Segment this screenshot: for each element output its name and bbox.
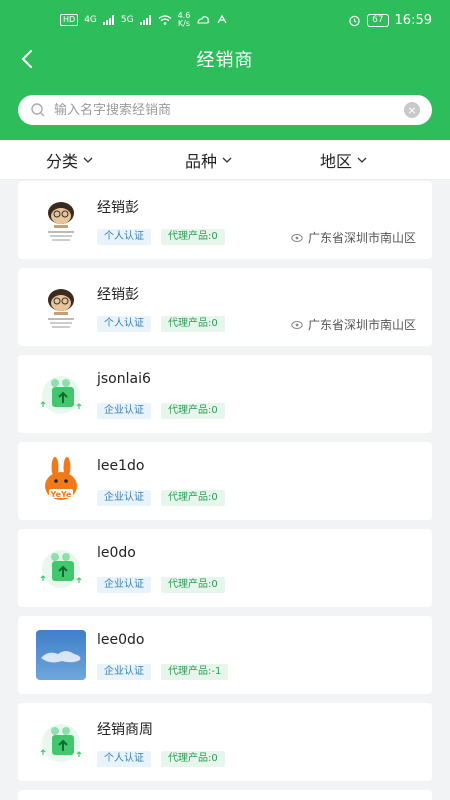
dealer-name: 经销彭 bbox=[97, 287, 139, 303]
dealer-name: jsonlai6 bbox=[97, 371, 151, 387]
page-title: 经销商 bbox=[196, 50, 254, 71]
avatar bbox=[36, 195, 86, 245]
back-arrow-icon[interactable] bbox=[18, 49, 38, 69]
dealer-card[interactable]: 经销商周 个人认证 代理产品:0 bbox=[18, 703, 432, 781]
dealer-card-partial[interactable] bbox=[18, 790, 432, 800]
eye-icon bbox=[291, 320, 303, 329]
filter-category-label: 分类 bbox=[46, 151, 79, 171]
cert-badge: 个人认证 bbox=[97, 316, 151, 332]
dealer-card[interactable]: 经销彭 个人认证 代理产品:0 广东省深圳市南山区 bbox=[18, 268, 432, 346]
product-count-badge: 代理产品:0 bbox=[161, 751, 225, 767]
avatar bbox=[36, 717, 86, 767]
location-text: 广东省深圳市南山区 bbox=[307, 318, 416, 332]
filter-variety[interactable]: 品种 bbox=[185, 148, 232, 172]
cert-badge: 企业认证 bbox=[97, 403, 151, 419]
upload-placeholder-icon bbox=[36, 543, 86, 593]
signal-icon bbox=[102, 15, 114, 25]
chevron-down-icon bbox=[83, 157, 93, 163]
cartoon-avatar-icon bbox=[36, 195, 86, 245]
avatar bbox=[36, 543, 86, 593]
dealer-card[interactable]: 经销彭 个人认证 代理产品:0 广东省深圳市南山区 bbox=[18, 181, 432, 259]
dealer-name: lee0do bbox=[97, 632, 145, 648]
rabbit-logo-icon: YeYe bbox=[36, 456, 86, 506]
dealer-name: le0do bbox=[97, 545, 136, 561]
dealer-card[interactable]: jsonlai6 企业认证 代理产品:0 bbox=[18, 355, 432, 433]
cert-badge: 个人认证 bbox=[97, 751, 151, 767]
cartoon-avatar-icon bbox=[36, 282, 86, 332]
dealer-card[interactable]: YeYe lee1do 企业认证 代理产品:0 bbox=[18, 442, 432, 520]
upload-placeholder-icon bbox=[36, 369, 86, 419]
battery-icon: 67 bbox=[367, 13, 389, 27]
net-speed-unit: K/s bbox=[177, 19, 191, 28]
location: 广东省深圳市南山区 bbox=[291, 229, 416, 246]
filter-region[interactable]: 地区 bbox=[320, 148, 367, 172]
cert-badge: 个人认证 bbox=[97, 229, 151, 245]
header: HD 4G 5G 4.6 K/s 67 16:59 经销商 bbox=[0, 0, 450, 140]
net-speed: 4.6 K/s bbox=[178, 12, 191, 28]
avatar bbox=[36, 369, 86, 419]
location: 广东省深圳市南山区 bbox=[291, 316, 416, 333]
alarm-icon bbox=[349, 15, 360, 26]
weather-icon bbox=[197, 16, 210, 24]
product-count-badge: 代理产品:0 bbox=[161, 316, 225, 332]
location-text: 广东省深圳市南山区 bbox=[307, 231, 416, 245]
filter-category[interactable]: 分类 bbox=[46, 148, 93, 172]
dealer-card[interactable]: le0do 企业认证 代理产品:0 bbox=[18, 529, 432, 607]
eye-icon bbox=[291, 233, 303, 242]
network-4g: 4G bbox=[84, 15, 97, 25]
clear-icon[interactable] bbox=[404, 102, 420, 118]
cert-badge: 企业认证 bbox=[97, 577, 151, 593]
product-count-badge: 代理产品:0 bbox=[161, 490, 225, 506]
notification-icon bbox=[217, 14, 227, 24]
dealer-card[interactable]: lee0do 企业认证 代理产品:-1 bbox=[18, 616, 432, 694]
network-5g: 5G bbox=[120, 15, 134, 25]
product-count-badge: 代理产品:0 bbox=[161, 577, 225, 593]
status-bar: HD 4G 5G 4.6 K/s 67 16:59 bbox=[0, 0, 450, 40]
sky-photo-icon bbox=[36, 630, 86, 680]
clock: 16:59 bbox=[394, 12, 432, 28]
product-count-badge: 代理产品:-1 bbox=[161, 664, 229, 680]
product-count-badge: 代理产品:0 bbox=[161, 403, 225, 419]
cert-badge: 企业认证 bbox=[97, 490, 151, 506]
avatar bbox=[36, 630, 86, 680]
search-input[interactable] bbox=[54, 102, 404, 118]
dealer-name: 经销彭 bbox=[97, 200, 139, 216]
chevron-down-icon bbox=[222, 157, 232, 163]
search-bar[interactable] bbox=[18, 95, 432, 125]
filter-bar: 分类 品种 地区 bbox=[0, 140, 450, 180]
hd-indicator: HD bbox=[60, 14, 79, 26]
avatar: YeYe bbox=[36, 456, 86, 506]
product-count-badge: 代理产品:0 bbox=[161, 229, 225, 245]
chevron-down-icon bbox=[357, 157, 367, 163]
nav-bar: 经销商 bbox=[0, 40, 450, 78]
svg-text:YeYe: YeYe bbox=[50, 490, 73, 499]
dealer-name: 经销商周 bbox=[97, 722, 153, 738]
dealer-name: lee1do bbox=[97, 458, 145, 474]
avatar bbox=[36, 282, 86, 332]
search-icon bbox=[31, 103, 45, 117]
upload-placeholder-icon bbox=[36, 717, 86, 767]
wifi-icon bbox=[158, 15, 172, 25]
filter-region-label: 地区 bbox=[320, 151, 353, 171]
cert-badge: 企业认证 bbox=[97, 664, 151, 680]
filter-variety-label: 品种 bbox=[185, 151, 218, 171]
signal-icon bbox=[139, 15, 151, 25]
